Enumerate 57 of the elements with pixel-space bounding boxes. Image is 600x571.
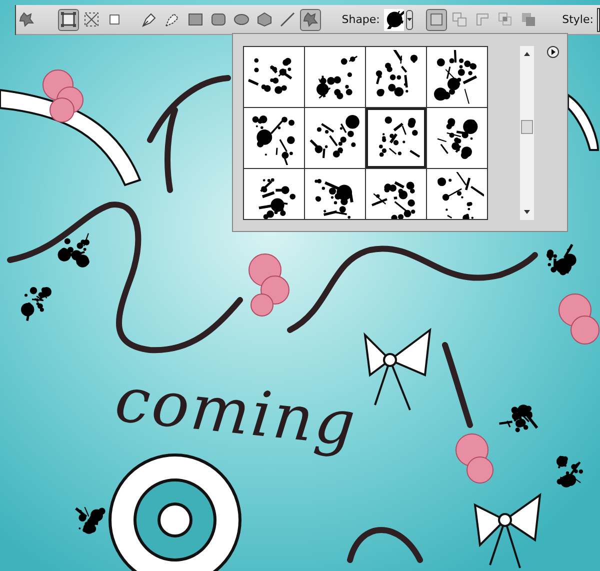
shape-swatch[interactable]	[305, 169, 365, 219]
ink-splatter-drawing	[546, 244, 576, 276]
paths-icon	[82, 10, 101, 29]
shape-layers-icon	[58, 10, 78, 29]
splatter-icon	[258, 178, 296, 219]
shape-dropdown-button[interactable]	[406, 10, 413, 30]
scroll-down-icon[interactable]	[524, 210, 530, 214]
panel-menu-icon[interactable]	[547, 46, 559, 58]
custom-shape-icon	[300, 10, 320, 29]
splatter-icon	[434, 50, 478, 104]
polygon-icon	[254, 10, 274, 29]
splatter-icon	[379, 116, 420, 158]
ribbon-drawing	[567, 94, 599, 151]
splatter-icon	[248, 58, 292, 94]
flower-drawing	[558, 294, 600, 344]
custom-shape-tool-button[interactable]	[300, 8, 321, 30]
shape-swatch[interactable]	[366, 47, 426, 107]
shape-swatch[interactable]	[305, 47, 365, 107]
lettering-text: coming	[112, 362, 360, 460]
ink-splatter-drawing	[21, 287, 52, 321]
shape-swatch[interactable]	[427, 169, 487, 219]
shape-swatch[interactable]	[366, 169, 426, 219]
splatter-icon	[437, 118, 478, 159]
shape-label: Shape:	[342, 13, 380, 26]
ink-splatter-drawing	[75, 506, 106, 534]
ink-splatter-drawing	[499, 404, 538, 432]
shape-swatch[interactable]	[427, 47, 487, 107]
line-icon	[278, 10, 297, 29]
shape-layers-tool-button[interactable]	[58, 8, 79, 30]
splatter-icon	[316, 56, 358, 100]
shape-swatch[interactable]	[244, 47, 304, 107]
new-tool-button[interactable]	[426, 8, 447, 30]
shape-swatch[interactable]	[366, 108, 426, 168]
no-style-swatch[interactable]	[597, 8, 600, 32]
splatter-icon	[310, 115, 360, 158]
splatter-icon	[252, 116, 295, 165]
scroll-thumb[interactable]	[521, 120, 533, 134]
shape-preview[interactable]	[384, 8, 404, 30]
ink-splatter-drawing	[58, 233, 90, 268]
flower-drawing	[456, 434, 494, 484]
flower-drawing	[42, 70, 84, 122]
caret-icon	[406, 18, 412, 21]
shape-swatch[interactable]	[244, 108, 304, 168]
shape-swatch[interactable]	[305, 108, 365, 168]
splatter-icon	[372, 181, 416, 219]
splatter-icon	[376, 50, 418, 96]
ink-splatter-drawing	[556, 456, 583, 488]
style-label: Style:	[562, 13, 594, 26]
flower-drawing	[248, 254, 290, 316]
scrollbar[interactable]	[520, 46, 534, 220]
add-icon	[450, 10, 469, 29]
custom-shape-icon	[17, 10, 36, 29]
scroll-up-icon[interactable]	[524, 52, 530, 56]
shape-swatch[interactable]	[427, 108, 487, 168]
splatter-icon	[438, 172, 484, 219]
splatter-icon	[314, 179, 354, 219]
shape-swatch[interactable]	[244, 169, 304, 219]
